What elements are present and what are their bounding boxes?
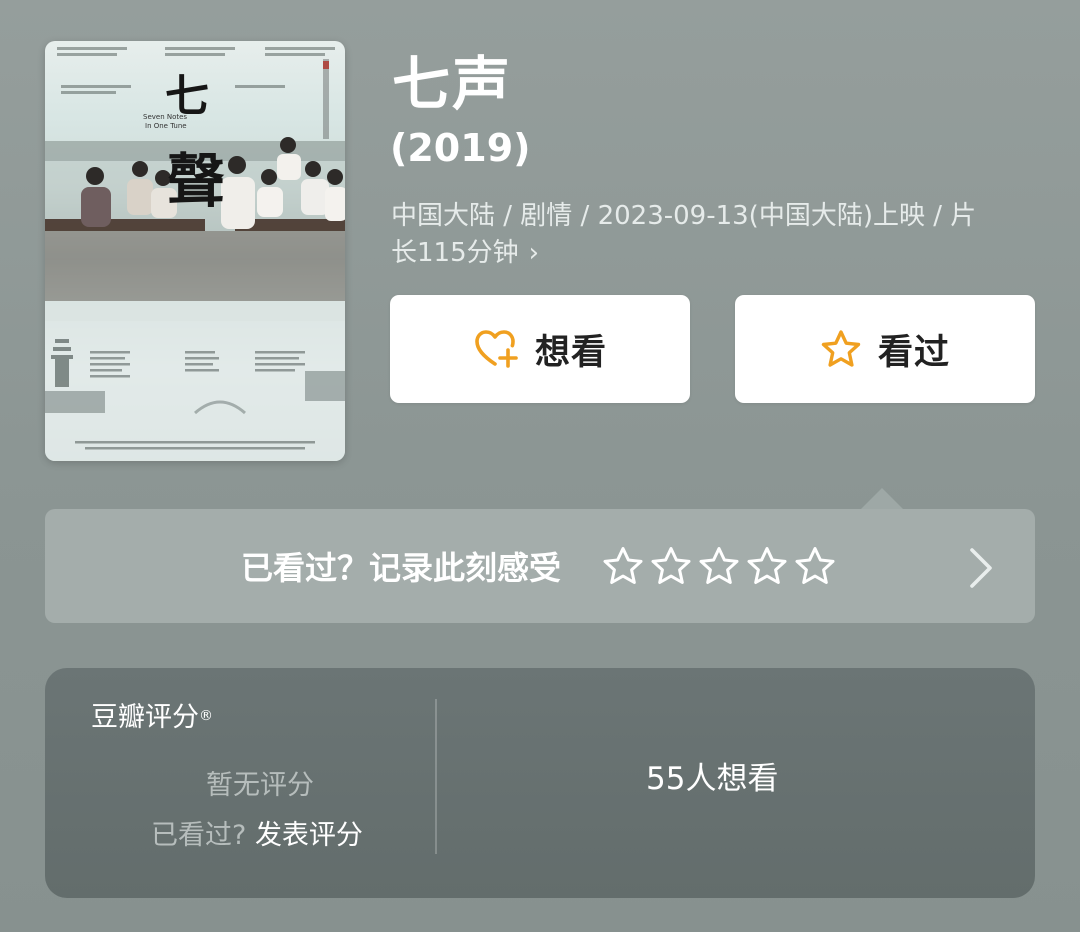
meta-line-2-row: 长115分钟 › [391, 235, 1041, 272]
post-score-row: 已看过? 发表评分 [151, 818, 363, 854]
meta-line-2: 长115分钟 [391, 238, 519, 268]
heart-plus-icon [473, 328, 519, 370]
want-to-watch-button[interactable]: 想看 [390, 295, 690, 403]
poster-english-title-2: In One Tune [145, 122, 187, 130]
want-to-watch-label: 想看 [534, 332, 607, 373]
registered-mark: ® [199, 708, 213, 724]
panel-divider [435, 699, 437, 854]
tooltip-pointer [860, 488, 904, 510]
douban-score-title: 豆瓣评分® [91, 700, 213, 736]
star-empty-icon[interactable] [794, 545, 836, 587]
meta-line-1: 中国大陆 / 剧情 / 2023-09-13(中国大陆)上映 / 片 [391, 201, 977, 231]
star-empty-icon[interactable] [650, 545, 692, 587]
chevron-right-icon[interactable] [966, 546, 996, 590]
chevron-right-icon: › [528, 238, 540, 268]
movie-meta-info[interactable]: 中国大陆 / 剧情 / 2023-09-13(中国大陆)上映 / 片 长115分… [391, 198, 1041, 272]
rating-stars[interactable] [602, 545, 836, 587]
watched-button[interactable]: 看过 [735, 295, 1035, 403]
no-score-text: 暂无评分 [206, 770, 314, 801]
seen-question: 已看过? [151, 820, 247, 851]
poster-artwork: 七 聲 Seven Notes In One Tune [45, 47, 345, 461]
star-empty-icon[interactable] [602, 545, 644, 587]
post-score-link[interactable]: 发表评分 [255, 820, 363, 851]
star-empty-icon[interactable] [698, 545, 740, 587]
movie-poster[interactable]: 七 聲 Seven Notes In One Tune [45, 41, 345, 461]
poster-english-title-1: Seven Notes [143, 113, 187, 121]
want-count: 55人想看 [646, 761, 779, 797]
star-empty-icon[interactable] [746, 545, 788, 587]
douban-score-title-text: 豆瓣评分 [91, 702, 199, 733]
movie-year: (2019) [390, 126, 531, 170]
rate-prompt-text: 已看过？记录此刻感受 [241, 549, 562, 587]
star-outline-icon [820, 329, 862, 369]
poster-title-glyph-2: 聲 [167, 147, 225, 215]
watched-label: 看过 [877, 332, 950, 373]
movie-title: 七声 [392, 50, 513, 118]
